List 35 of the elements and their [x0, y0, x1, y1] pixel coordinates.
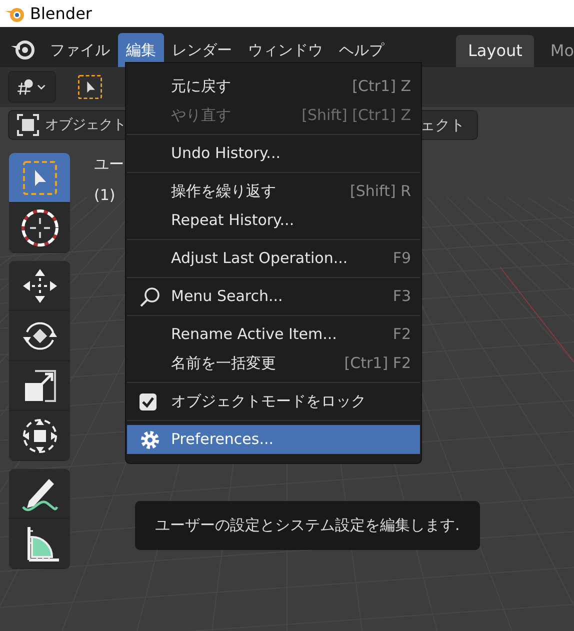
settings-icon — [139, 428, 161, 450]
menu-item[interactable]: ファイル — [42, 33, 118, 67]
cursor-icon — [18, 206, 60, 248]
menu-item[interactable]: 名前を一括変更 [Ctr1] F2 — [127, 349, 420, 378]
mode-label: オブジェクト — [45, 116, 126, 134]
workspace-tab[interactable]: Layout — [456, 35, 534, 67]
search-icon — [139, 286, 161, 308]
menu-item[interactable]: Adjust Last Operation... F9 — [127, 244, 420, 273]
shortcut-text: F3 — [392, 286, 411, 308]
viewport-info-text: ユー — [94, 154, 124, 175]
blender-logo-icon[interactable] — [10, 38, 36, 60]
menu-item[interactable]: Preferences... — [127, 425, 420, 454]
menu-item[interactable]: レンダー — [164, 33, 240, 67]
view-dropdown[interactable] — [8, 71, 56, 103]
tool-button[interactable] — [9, 153, 70, 203]
window-title: Blender — [30, 2, 92, 24]
shortcut-text: F2 — [392, 324, 411, 346]
menu-item[interactable]: Menu Search... F3 — [127, 282, 420, 311]
shortcut-text: [Shift] [Ctr1] Z — [302, 105, 411, 126]
viewport-info-text: (1) — [94, 184, 116, 206]
checkbox[interactable] — [139, 392, 157, 410]
shortcut-text: [Shift] R — [350, 181, 411, 202]
menu-label[interactable]: ェクト — [420, 114, 465, 136]
menu-item[interactable]: Undo History... — [127, 139, 420, 168]
menu-item[interactable]: Rename Active Item... F2 — [127, 320, 420, 349]
shortcut-text: [Ctr1] F2 — [344, 353, 411, 374]
menu-item[interactable]: 操作を繰り返す [Shift] R — [127, 177, 420, 206]
tooltip: ユーザーの設定とシステム設定を編集します. — [135, 501, 480, 550]
shortcut-text: F9 — [392, 248, 411, 270]
menu-item[interactable]: Repeat History... — [127, 206, 420, 235]
shortcut-text: [Ctr1] Z — [352, 76, 411, 98]
menu-item[interactable]: ヘルプ — [331, 33, 392, 67]
menu-item[interactable]: ウィンドウ — [240, 33, 331, 67]
menu-item[interactable]: オブジェクトモードをロック — [127, 387, 420, 416]
object-mode-icon — [17, 114, 39, 136]
